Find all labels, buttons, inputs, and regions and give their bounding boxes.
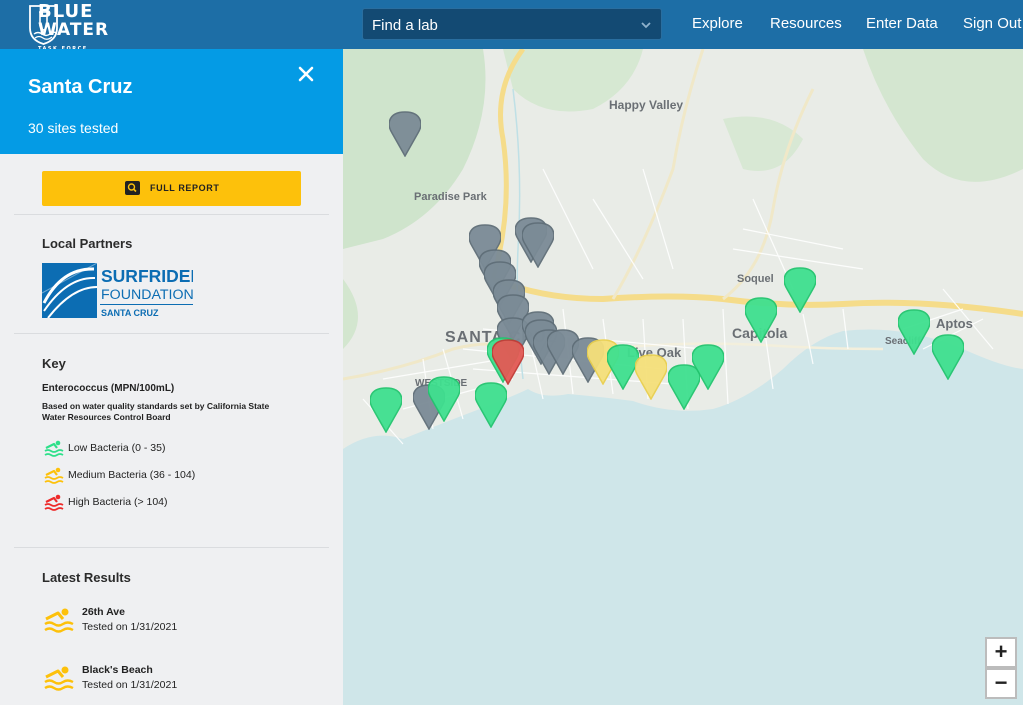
latest-results-heading: Latest Results xyxy=(42,570,131,585)
map-pin-icon[interactable] xyxy=(744,297,778,344)
find-lab-placeholder: Find a lab xyxy=(372,17,438,34)
swimmer-icon xyxy=(44,608,74,633)
map-pin-icon[interactable] xyxy=(369,387,403,434)
nav-explore-link[interactable]: Explore xyxy=(692,15,743,32)
map-pin-icon[interactable] xyxy=(388,111,422,158)
result-test-date: Tested on 1/31/2021 xyxy=(82,679,178,691)
divider xyxy=(14,333,329,334)
key-label-low: Low Bacteria (0 - 35) xyxy=(68,442,166,454)
nav-sign-out-link[interactable]: Sign Out xyxy=(963,15,1021,32)
search-icon xyxy=(125,181,140,195)
nav-enter-data-link[interactable]: Enter Data xyxy=(866,15,938,32)
swimmer-icon xyxy=(44,467,64,484)
map-pin-icon[interactable] xyxy=(783,267,817,314)
key-heading: Key xyxy=(42,356,66,371)
key-subtitle: Enterococcus (MPN/100mL) xyxy=(42,383,175,394)
sites-tested-count: 30 sites tested xyxy=(28,120,119,136)
location-sidebar: Santa Cruz 30 sites tested FULL REPORT L… xyxy=(0,49,343,705)
map-pin-icon[interactable] xyxy=(634,354,668,401)
map-pin-icon[interactable] xyxy=(931,334,965,381)
partner-logo-line3: SANTA CRUZ xyxy=(101,308,159,318)
swimmer-icon xyxy=(44,494,64,511)
latest-result-item[interactable]: 26th Ave Tested on 1/31/2021 xyxy=(44,606,324,640)
divider xyxy=(14,214,329,215)
swimmer-icon xyxy=(44,440,64,457)
zoom-in-button[interactable]: + xyxy=(985,637,1017,668)
map-pin-icon[interactable] xyxy=(521,222,555,269)
find-lab-select[interactable]: Find a lab xyxy=(362,8,662,40)
map-label-happy-valley: Happy Valley xyxy=(609,98,684,112)
local-partners-heading: Local Partners xyxy=(42,236,133,251)
partner-logo-line1: SURFRIDER xyxy=(101,266,193,286)
map-pin-icon[interactable] xyxy=(897,309,931,356)
full-report-button[interactable]: FULL REPORT xyxy=(42,171,301,206)
swimmer-icon xyxy=(44,666,74,691)
chevron-down-icon xyxy=(641,22,651,29)
key-label-high: High Bacteria (> 104) xyxy=(68,496,168,508)
nav-resources-link[interactable]: Resources xyxy=(770,15,842,32)
key-description: Based on water quality standards set by … xyxy=(42,401,270,422)
top-navbar: BLUE WATER TASK FORCE Find a lab Explore… xyxy=(0,0,1023,52)
close-icon[interactable] xyxy=(296,64,316,84)
map-pin-icon[interactable] xyxy=(491,339,525,386)
location-title: Santa Cruz xyxy=(28,76,133,98)
result-test-date: Tested on 1/31/2021 xyxy=(82,621,178,633)
result-site-name: 26th Ave xyxy=(82,606,125,618)
map-pin-icon[interactable] xyxy=(427,376,461,423)
logo-line-2: WATER xyxy=(38,20,110,40)
surfrider-logo-icon[interactable]: SURFRIDER FOUNDATION SANTA CRUZ xyxy=(42,263,193,318)
partner-logo-line2: FOUNDATION xyxy=(101,287,193,303)
map-label-soquel: Soquel xyxy=(737,273,774,285)
logo-line-1: BLUE xyxy=(38,1,94,22)
map-pin-icon[interactable] xyxy=(474,382,508,429)
map-view[interactable]: Happy Valley Paradise Park SANTA CRUZ WE… xyxy=(343,49,1023,705)
key-label-medium: Medium Bacteria (36 - 104) xyxy=(68,469,196,481)
divider xyxy=(14,547,329,548)
zoom-out-button[interactable]: − xyxy=(985,668,1017,699)
map-label-paradise-park: Paradise Park xyxy=(414,191,487,203)
latest-result-item[interactable]: Black's Beach Tested on 1/31/2021 xyxy=(44,664,324,698)
map-pin-icon[interactable] xyxy=(691,344,725,391)
map-label-aptos: Aptos xyxy=(936,316,973,331)
result-site-name: Black's Beach xyxy=(82,664,153,676)
full-report-label: FULL REPORT xyxy=(150,183,220,193)
sidebar-header: Santa Cruz 30 sites tested xyxy=(0,49,343,154)
